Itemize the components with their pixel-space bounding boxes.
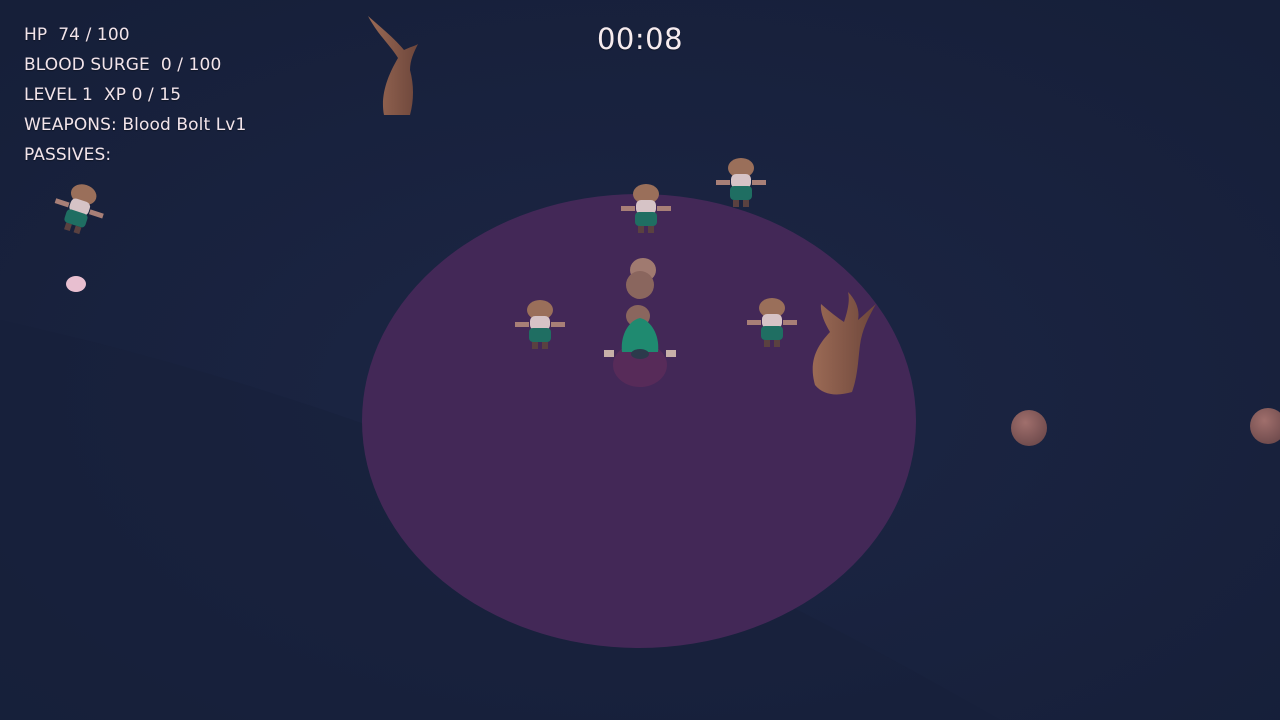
xp-text: XP 0 / 15 (104, 85, 182, 105)
passives-label: PASSIVES: (24, 145, 112, 165)
blood-surge-label: BLOOD SURGE (24, 55, 150, 75)
blood-surge-value: 0 / 100 (160, 55, 222, 75)
game-viewport[interactable]: HP 74 / 100 BLOOD SURGE 0 / 100 LEVEL 1 … (0, 0, 1280, 720)
weapons-value: Blood Bolt Lv1 (122, 115, 247, 135)
level-text: LEVEL 1 (24, 85, 93, 105)
weapons-readout: WEAPONS: Blood Bolt Lv1 (24, 110, 246, 140)
level-readout: LEVEL 1 XP 0 / 15 (24, 80, 246, 110)
rock-icon (1011, 410, 1047, 446)
survival-timer: 00:08 (596, 22, 684, 56)
weapons-label: WEAPONS: (24, 115, 117, 135)
xp-orb-icon (66, 276, 86, 292)
passives-readout: PASSIVES: (24, 140, 246, 170)
